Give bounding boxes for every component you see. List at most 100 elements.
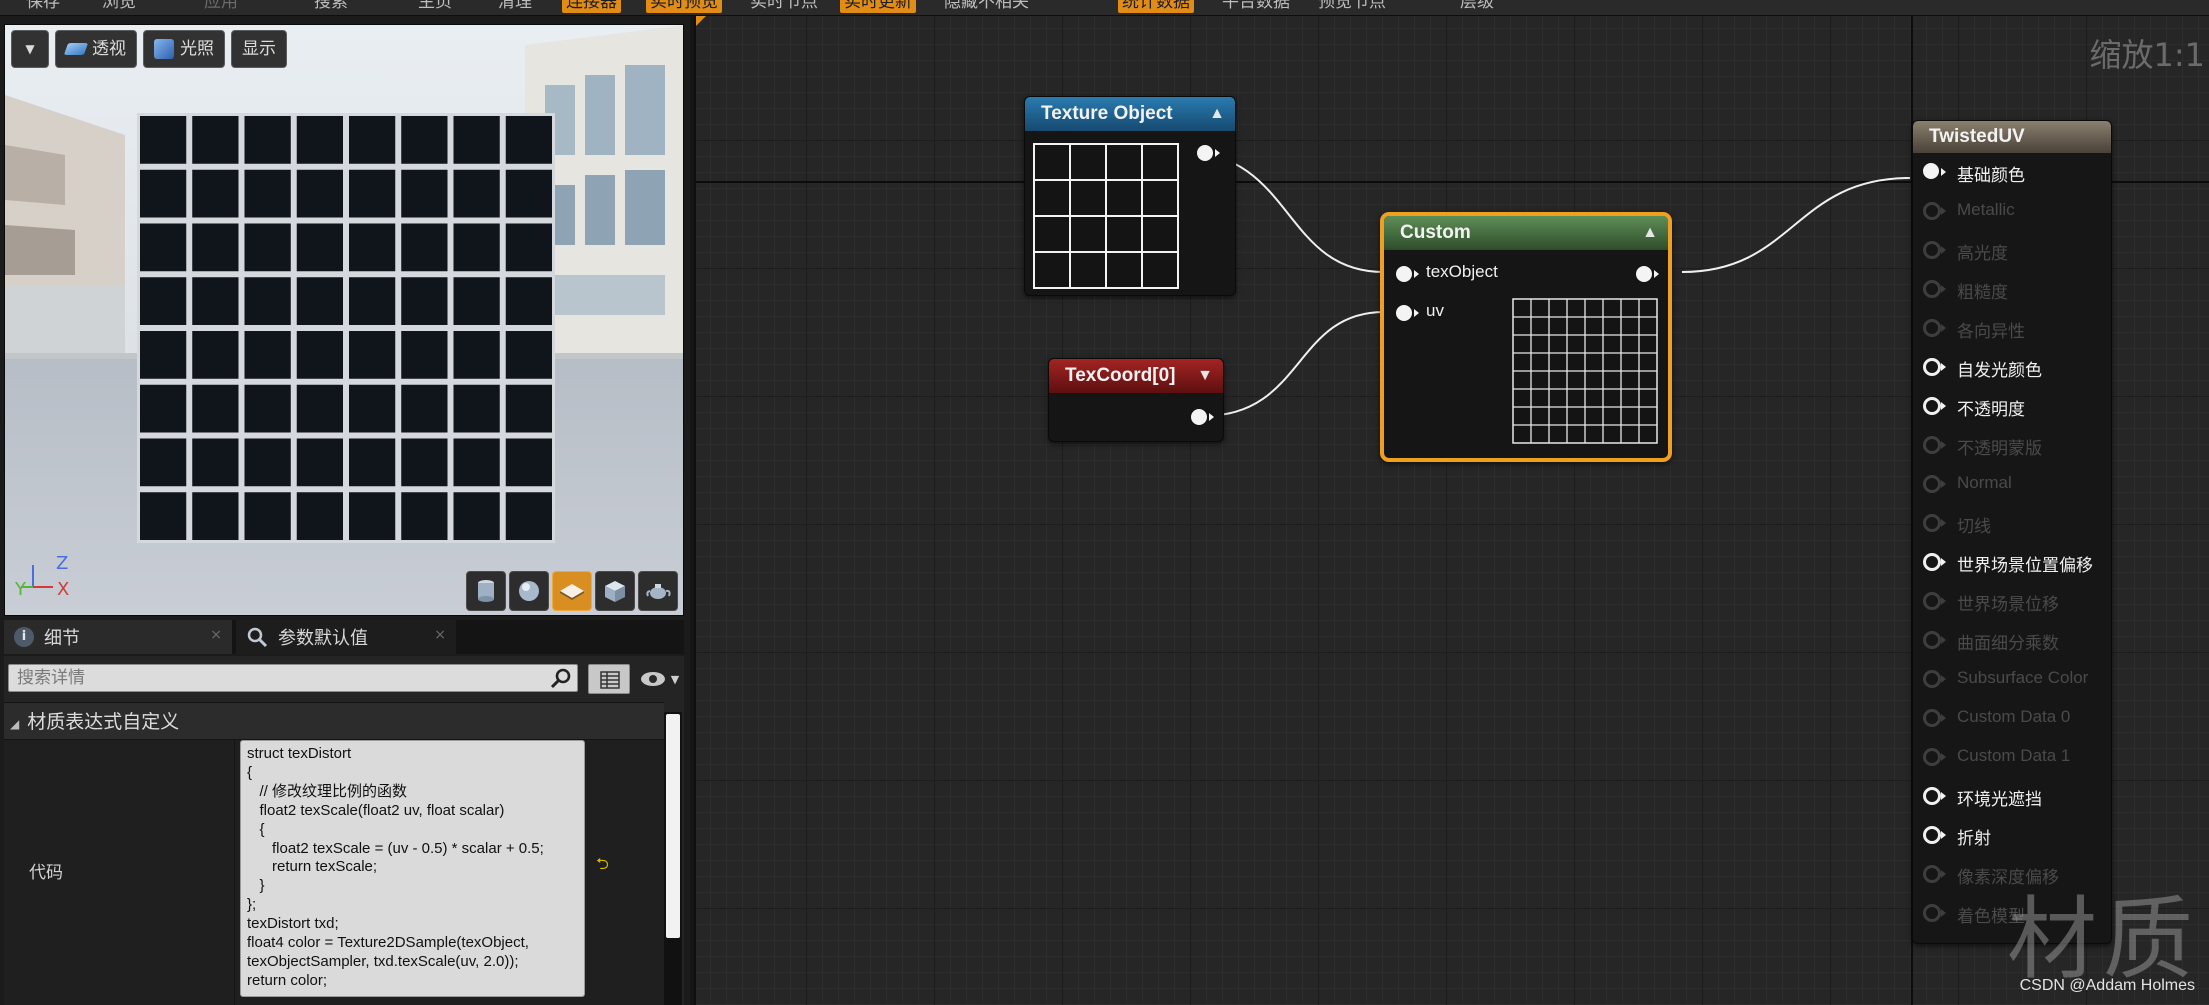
- texture-thumbnail: [1033, 143, 1179, 289]
- search-details-input[interactable]: [8, 664, 578, 692]
- pin-arrow-icon: [1941, 675, 1946, 683]
- input-pin-uv[interactable]: [1396, 305, 1412, 321]
- toolbar-live-nodes[interactable]: 实时节点: [746, 0, 822, 13]
- sphere-mesh-button[interactable]: [509, 571, 549, 611]
- tab-parameter-defaults[interactable]: 参数默认值 ×: [236, 620, 456, 654]
- result-pin-label: Metallic: [1957, 200, 2015, 219]
- node-header[interactable]: Custom ▲: [1384, 216, 1668, 250]
- plane-mesh-button[interactable]: [552, 571, 592, 611]
- property-matrix-button[interactable]: [588, 664, 630, 694]
- result-input-pin[interactable]: [1923, 709, 1941, 727]
- result-input-pin[interactable]: [1923, 826, 1941, 844]
- result-input-pin[interactable]: [1923, 319, 1941, 337]
- checker-tile: [296, 438, 343, 487]
- expand-arrow-icon[interactable]: ▼: [1197, 359, 1213, 393]
- tab-details[interactable]: i 细节 ×: [4, 620, 232, 654]
- result-input-pin[interactable]: [1923, 592, 1941, 610]
- teapot-mesh-button[interactable]: [638, 571, 678, 611]
- eye-icon: [640, 672, 665, 686]
- result-input-pin[interactable]: [1923, 904, 1941, 922]
- result-input-pin[interactable]: [1923, 787, 1941, 805]
- cube-mesh-button[interactable]: [595, 571, 635, 611]
- toolbar-hide-unrelated[interactable]: 隐藏不相关: [940, 0, 1033, 13]
- node-custom[interactable]: Custom ▲ texObject uv: [1380, 212, 1672, 462]
- pin-arrow-icon: [1941, 831, 1946, 839]
- toolbar-search[interactable]: 搜索: [310, 0, 352, 13]
- view-options-button[interactable]: ▼: [634, 664, 684, 694]
- toolbar-live-preview[interactable]: 实时预览: [646, 0, 722, 13]
- details-scrollbar[interactable]: [664, 712, 682, 1005]
- input-pin-texobject[interactable]: [1396, 266, 1412, 282]
- column-divider[interactable]: [234, 740, 235, 1005]
- toolbar-home[interactable]: 主页: [414, 0, 456, 13]
- code-textbox[interactable]: struct texDistort { // 修改纹理比例的函数 float2 …: [240, 740, 585, 997]
- collapse-arrow-icon[interactable]: ▲: [1642, 216, 1658, 250]
- checker-tile: [244, 492, 291, 540]
- checker-tile: [401, 331, 448, 379]
- scrollbar-thumb[interactable]: [666, 714, 680, 938]
- toolbar-clean[interactable]: 清理: [494, 0, 536, 13]
- node-result-twisteduv[interactable]: TwistedUV 基础颜色 Metallic 高光度 粗糙度 各向异性 自发光颜色 不透明…: [1912, 120, 2112, 944]
- pin-arrow-icon: [1941, 636, 1946, 644]
- pin-arrow-icon: [1941, 246, 1946, 254]
- material-graph[interactable]: 缩放1:1 Texture Object ▲ TexCoord[0] ▼ Cus…: [694, 16, 2209, 1005]
- material-editor: 保存 浏览 应用 搜索 主页 清理 连接器 实时预览 实时节点 实时更新 隐藏不…: [0, 0, 2209, 1005]
- result-input-pin[interactable]: [1923, 475, 1941, 493]
- chevron-down-icon: ▼: [670, 672, 680, 686]
- result-input-pin[interactable]: [1923, 436, 1941, 454]
- toolbar-save[interactable]: 保存: [22, 0, 64, 13]
- collapse-arrow-icon[interactable]: ▲: [1209, 97, 1225, 131]
- close-tab-icon[interactable]: ×: [210, 627, 222, 643]
- result-input-pin[interactable]: [1923, 397, 1941, 415]
- output-pin[interactable]: [1197, 145, 1213, 161]
- node-title: Custom: [1400, 222, 1471, 243]
- toolbar-live-update[interactable]: 实时更新: [840, 0, 916, 13]
- checker-tile: [453, 116, 500, 164]
- output-pin[interactable]: [1191, 409, 1207, 425]
- reset-to-default-icon[interactable]: ⮌: [596, 853, 609, 880]
- result-input-pin[interactable]: [1923, 202, 1941, 220]
- toolbar-stats[interactable]: 统计数据: [1118, 0, 1194, 13]
- result-input-pin[interactable]: [1923, 514, 1941, 532]
- lit-button[interactable]: 光照: [143, 30, 225, 68]
- viewport-menu-button[interactable]: ▼: [11, 30, 49, 68]
- result-input-pin[interactable]: [1923, 865, 1941, 883]
- toolbar-connectors[interactable]: 连接器: [562, 0, 621, 13]
- result-input-pin[interactable]: [1923, 280, 1941, 298]
- result-input-pin[interactable]: [1923, 163, 1939, 179]
- node-header[interactable]: TexCoord[0] ▼: [1049, 359, 1223, 393]
- checker-tile: [244, 169, 291, 218]
- result-input-pin[interactable]: [1923, 358, 1941, 376]
- result-input-pin[interactable]: [1923, 670, 1941, 688]
- category-material-expression-custom[interactable]: ◢ 材质表达式自定义: [4, 702, 664, 740]
- checker-tile: [140, 331, 187, 379]
- result-input-pin[interactable]: [1923, 553, 1941, 571]
- toolbar-preview-node[interactable]: 预览节点: [1314, 0, 1390, 13]
- checker-tile: [140, 438, 187, 487]
- search-icon[interactable]: [550, 667, 572, 689]
- result-input-pin[interactable]: [1923, 631, 1941, 649]
- cylinder-mesh-button[interactable]: [466, 571, 506, 611]
- show-button[interactable]: 显示: [231, 30, 287, 68]
- pin-arrow-icon: [1215, 149, 1220, 157]
- output-pin[interactable]: [1636, 266, 1652, 282]
- node-header[interactable]: TwistedUV: [1913, 121, 2111, 153]
- result-pin-label: 曲面细分乘数: [1957, 634, 2059, 653]
- checker-tile: [453, 331, 500, 379]
- toolbar-hierarchy[interactable]: 层级: [1456, 0, 1498, 13]
- toolbar-browse[interactable]: 浏览: [98, 0, 140, 13]
- checker-tile: [296, 492, 343, 540]
- result-input-pin[interactable]: [1923, 241, 1941, 259]
- close-tab-icon[interactable]: ×: [434, 627, 446, 643]
- preview-viewport[interactable]: ▼ 透视 光照 显示 Z X Y: [4, 24, 684, 616]
- node-texcoord[interactable]: TexCoord[0] ▼: [1048, 358, 1224, 442]
- perspective-button[interactable]: 透视: [55, 30, 137, 68]
- node-texture-object[interactable]: Texture Object ▲: [1024, 96, 1236, 296]
- result-input-pin[interactable]: [1923, 748, 1941, 766]
- toolbar-platform-stats[interactable]: 平台数据: [1218, 0, 1294, 13]
- checker-tile: [505, 492, 552, 540]
- node-header[interactable]: Texture Object ▲: [1025, 97, 1235, 131]
- checker-tile: [349, 438, 396, 487]
- toolbar-apply[interactable]: 应用: [200, 0, 242, 13]
- checker-tile: [244, 277, 291, 325]
